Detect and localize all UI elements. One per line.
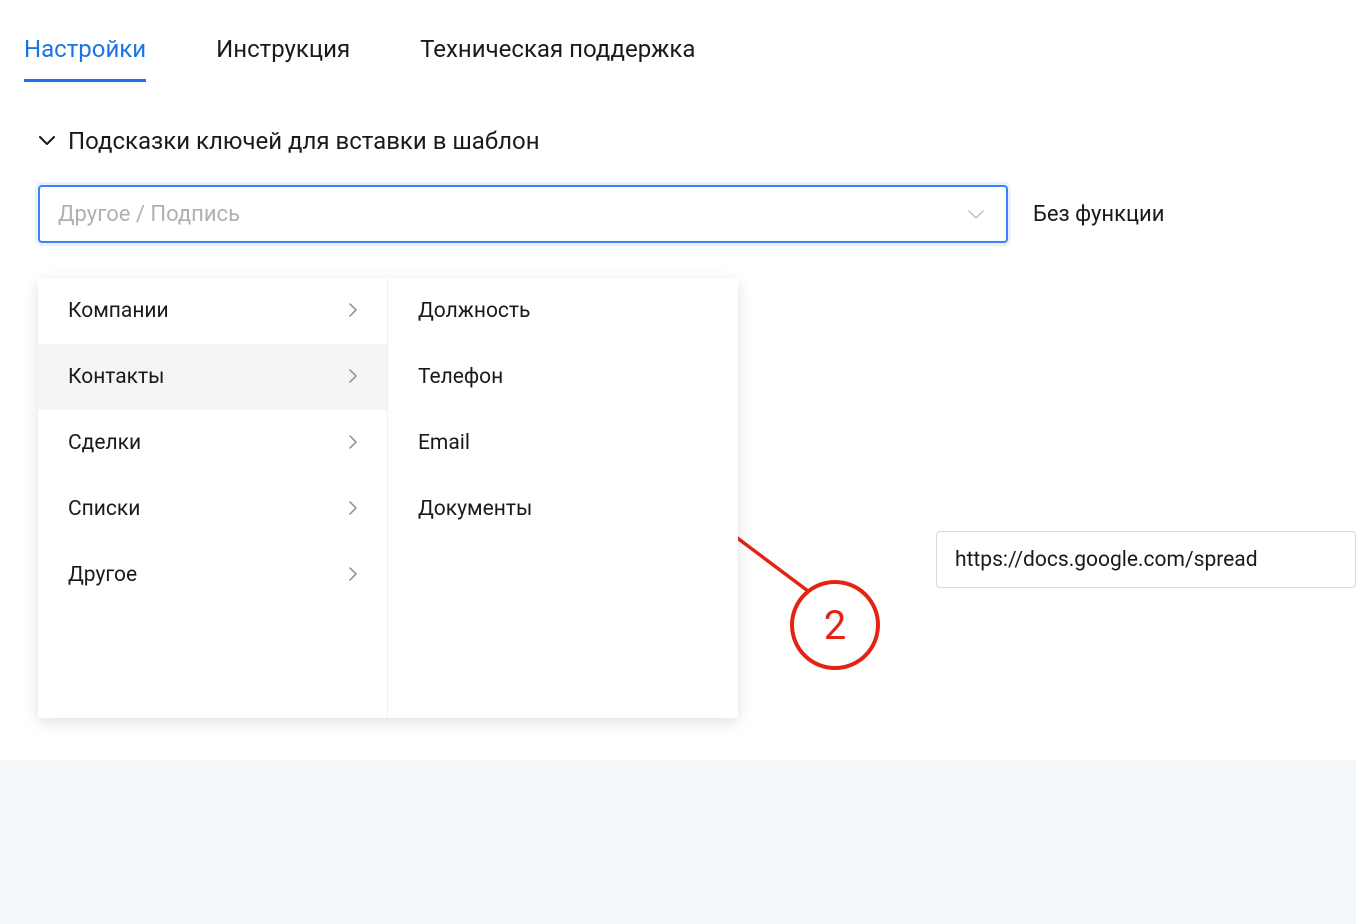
dropdown-item-documents[interactable]: Документы: [388, 476, 738, 542]
section-title: Подсказки ключей для вставки в шаблон: [68, 127, 540, 155]
chevron-right-icon: [349, 497, 357, 521]
main-panel: Настройки Инструкция Техническая поддерж…: [0, 0, 1356, 760]
dropdown-menu: Компании Контакты Сделки Списки Другое: [38, 278, 738, 718]
section-header[interactable]: Подсказки ключей для вставки в шаблон: [0, 82, 1356, 155]
dropdown-item-label: Должность: [418, 299, 530, 323]
background-area: [0, 760, 1356, 924]
dropdown-item-position[interactable]: Должность: [388, 278, 738, 344]
tabs-bar: Настройки Инструкция Техническая поддерж…: [0, 0, 1356, 82]
dropdown-column-categories: Компании Контакты Сделки Списки Другое: [38, 278, 388, 718]
dropdown-item-label: Телефон: [418, 365, 503, 389]
chevron-right-icon: [349, 563, 357, 587]
dropdown-item-lists[interactable]: Списки: [38, 476, 387, 542]
dropdown-item-deals[interactable]: Сделки: [38, 410, 387, 476]
dropdown-item-label: Компании: [68, 299, 169, 323]
function-label[interactable]: Без функции: [1028, 185, 1164, 243]
tab-settings[interactable]: Настройки: [24, 35, 146, 82]
chevron-right-icon: [349, 431, 357, 455]
dropdown-item-email[interactable]: Email: [388, 410, 738, 476]
tab-support[interactable]: Техническая поддержка: [420, 35, 695, 82]
dropdown-item-label: Списки: [68, 497, 140, 521]
chevron-right-icon: [349, 299, 357, 323]
dropdown-item-companies[interactable]: Компании: [38, 278, 387, 344]
chevron-right-icon: [349, 365, 357, 389]
dropdown-item-label: Контакты: [68, 365, 164, 389]
url-input[interactable]: https://docs.google.com/spread: [936, 531, 1356, 588]
select-placeholder: Другое / Подпись: [58, 202, 240, 227]
dropdown-item-label: Сделки: [68, 431, 141, 455]
dropdown-column-fields: Должность Телефон Email Документы: [388, 278, 738, 718]
url-value: https://docs.google.com/spread: [955, 548, 1258, 572]
chevron-down-icon: [968, 205, 984, 224]
tab-instructions[interactable]: Инструкция: [216, 35, 350, 82]
form-row: Другое / Подпись Без функции: [0, 155, 1356, 243]
dropdown-item-label: Документы: [418, 497, 532, 521]
key-select[interactable]: Другое / Подпись: [38, 185, 1008, 243]
dropdown-item-label: Другое: [68, 563, 137, 587]
dropdown-item-phone[interactable]: Телефон: [388, 344, 738, 410]
dropdown-item-label: Email: [418, 431, 470, 455]
dropdown-item-other[interactable]: Другое: [38, 542, 387, 608]
chevron-down-icon: [38, 132, 56, 150]
dropdown-item-contacts[interactable]: Контакты: [38, 344, 387, 410]
